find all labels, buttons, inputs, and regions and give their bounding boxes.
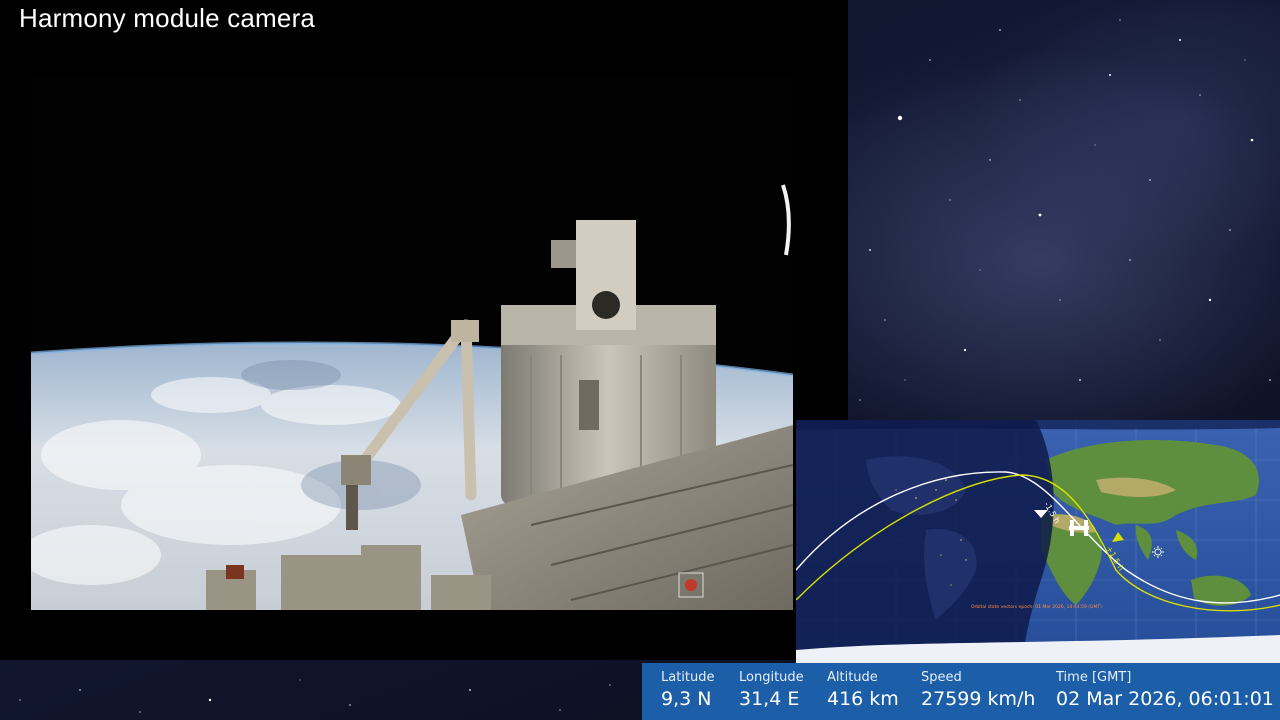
ground-track-map[interactable]: -1.5 h +1.5 h Orbital state vectors epoc… xyxy=(796,420,1280,664)
time-label: Time [GMT] xyxy=(1056,670,1132,685)
altitude-value: 416 km xyxy=(827,688,899,710)
speed-value: 27599 km/h xyxy=(921,688,1036,710)
longitude-label: Longitude xyxy=(739,670,804,685)
latitude-value: 9,3 N xyxy=(661,688,712,710)
longitude-field: Longitude 31,4 E xyxy=(739,670,804,710)
camera-feed-panel: Harmony module camera xyxy=(0,0,848,660)
speed-field: Speed 27599 km/h xyxy=(921,670,1035,710)
longitude-value: 31,4 E xyxy=(739,688,800,710)
latitude-field: Latitude 9,3 N xyxy=(661,670,715,710)
telemetry-bar: Latitude 9,3 N Longitude 31,4 E Altitude… xyxy=(642,663,1280,720)
altitude-label: Altitude xyxy=(827,670,878,685)
time-field: Time [GMT] 02 Mar 2026, 06:01:01 xyxy=(1056,670,1274,710)
orbit-state-note: Orbital state vectors epoch: 01 Mar 2026… xyxy=(971,604,1102,610)
latitude-label: Latitude xyxy=(661,670,715,685)
camera-image xyxy=(31,75,793,610)
world-map: -1.5 h +1.5 h Orbital state vectors epoc… xyxy=(796,420,1280,664)
speed-label: Speed xyxy=(921,670,962,685)
time-value: 02 Mar 2026, 06:01:01 xyxy=(1056,688,1274,710)
altitude-field: Altitude 416 km xyxy=(827,670,899,710)
camera-video-frame[interactable] xyxy=(31,75,793,610)
feed-title: Harmony module camera xyxy=(19,3,316,33)
